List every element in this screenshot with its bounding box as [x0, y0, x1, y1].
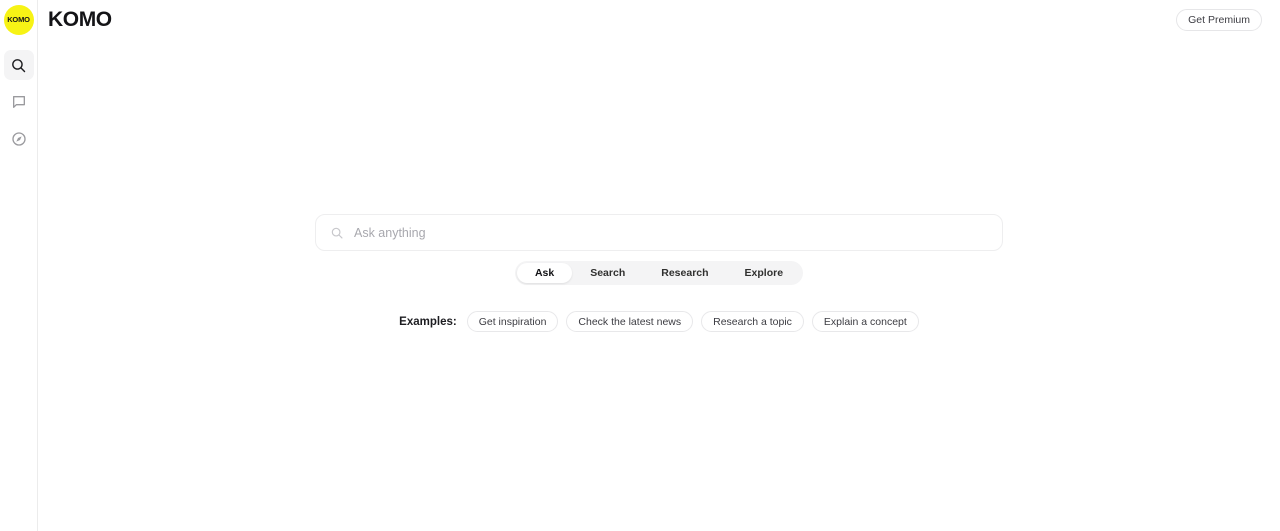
example-chip-explain-a-concept[interactable]: Explain a concept: [811, 311, 919, 332]
example-chip-research-a-topic[interactable]: Research a topic: [701, 311, 804, 332]
sidebar: KOMO: [0, 0, 38, 531]
sidebar-item-chat[interactable]: [4, 87, 34, 117]
sidebar-nav: [3, 50, 34, 154]
komo-logo-icon[interactable]: KOMO: [3, 5, 34, 35]
examples-row: Examples: Get inspiration Check the late…: [399, 311, 919, 332]
tab-research[interactable]: Research: [643, 263, 726, 283]
compass-icon: [11, 131, 27, 147]
get-premium-button[interactable]: Get Premium: [1176, 9, 1262, 31]
example-chip-check-the-latest-news[interactable]: Check the latest news: [566, 311, 694, 332]
examples-label: Examples:: [399, 315, 457, 328]
komo-home-page: KOMO KOMO Get Premium Ask anything Ask S…: [0, 0, 1280, 531]
top-header: KOMO Get Premium: [38, 0, 1280, 40]
tab-ask[interactable]: Ask: [516, 263, 573, 283]
tab-explore[interactable]: Explore: [727, 263, 802, 283]
search-input[interactable]: [354, 225, 988, 240]
sidebar-item-explore[interactable]: [4, 124, 34, 154]
search-icon: [330, 226, 344, 240]
main-content: Ask Search Research Explore Examples: Ge…: [38, 40, 1280, 531]
search-bar[interactable]: [315, 214, 1003, 251]
komo-logo-text: KOMO: [7, 15, 30, 25]
sidebar-item-search[interactable]: [3, 50, 34, 80]
search-icon: [10, 57, 27, 74]
page-title[interactable]: KOMO: [48, 8, 112, 32]
example-chip-get-inspiration[interactable]: Get inspiration: [466, 311, 559, 332]
chat-bubble-icon: [11, 94, 27, 110]
mode-tabs: Ask Search Research Explore: [514, 261, 804, 285]
tab-search[interactable]: Search: [572, 263, 643, 283]
